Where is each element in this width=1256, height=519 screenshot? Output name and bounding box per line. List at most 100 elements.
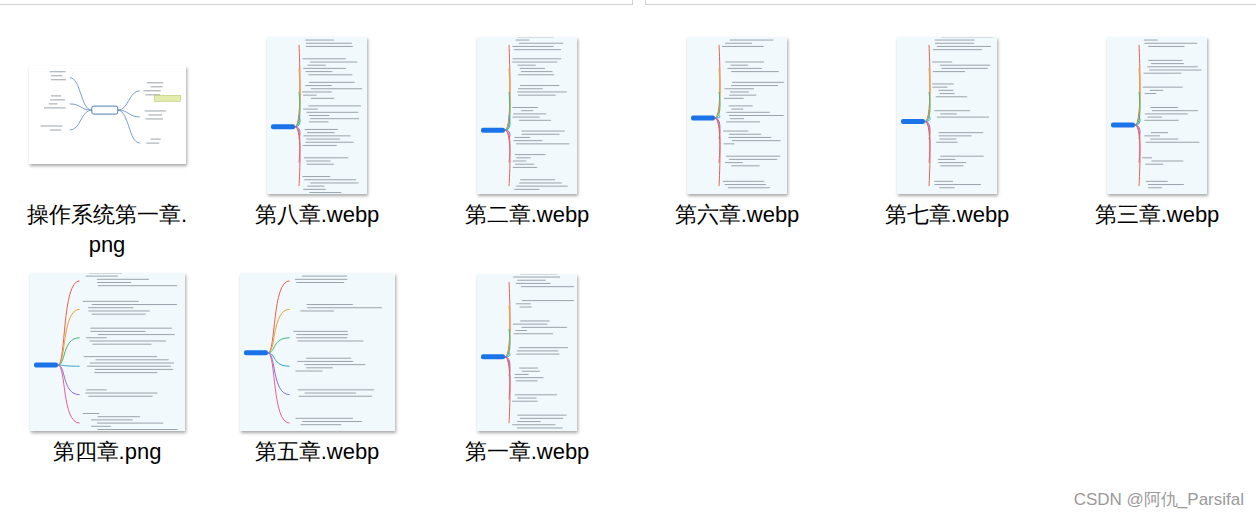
file-item[interactable]: 第三章.webp [1052, 35, 1256, 260]
mindmap-node [521, 130, 564, 131]
mindmap-node [732, 140, 781, 141]
mindmap-node [97, 416, 139, 417]
thumbnail[interactable] [1052, 35, 1256, 195]
file-name[interactable]: 第三章.webp [1071, 200, 1243, 230]
file-name[interactable]: 第八章.webp [231, 200, 403, 230]
mindmap-node [520, 417, 563, 418]
mindmap-node [727, 67, 761, 68]
mindmap-node [92, 344, 151, 345]
mindmap-branch [925, 121, 930, 162]
mindmap-node [940, 113, 956, 114]
mindmap-branch [1135, 91, 1140, 124]
thumbnail[interactable] [632, 35, 842, 195]
mindmap-node [725, 42, 752, 43]
mindmap-node [729, 133, 761, 134]
mindmap-node [936, 141, 957, 142]
mindmap-node [934, 180, 953, 181]
thumbnail[interactable] [212, 272, 422, 432]
file-item[interactable]: 第一章.webp [422, 272, 632, 467]
thumbnail[interactable] [422, 35, 632, 195]
mindmap-node [518, 64, 536, 65]
mindmap-node [516, 353, 559, 354]
mindmap-node [723, 180, 764, 181]
mindmap-branch [268, 338, 290, 353]
mindmap-branch [505, 281, 510, 356]
mindmap-node [932, 86, 947, 87]
file-name[interactable]: 操作系统第一章.png [21, 200, 193, 260]
mindmap-node [1151, 160, 1183, 161]
mindmap-node [516, 282, 551, 283]
mindmap-node [725, 61, 764, 62]
mindmap-branch [58, 365, 80, 423]
mindmap-node [302, 176, 330, 177]
mindmap-node [306, 71, 333, 72]
mindmap-node [934, 184, 980, 185]
mindmap-node [296, 334, 348, 335]
mindmap-node [732, 81, 784, 82]
mindmap-node [512, 61, 557, 62]
mindmap-image-icon[interactable] [897, 37, 997, 194]
mindmap-image-icon[interactable] [1107, 37, 1207, 194]
mindmap-node [521, 110, 533, 111]
mindmap-image-icon[interactable] [687, 37, 787, 194]
mindmap-image-icon[interactable] [477, 274, 577, 431]
file-name[interactable]: 第二章.webp [441, 200, 613, 230]
file-item[interactable]: 操作系统第一章.png [2, 35, 212, 260]
mindmap-note [154, 95, 180, 101]
mindmap-image-icon[interactable] [477, 37, 577, 194]
mindmap-branch [117, 110, 139, 143]
mindmap-node [306, 304, 352, 305]
mindmap-branch [925, 68, 930, 121]
thumbnail[interactable] [2, 35, 212, 195]
mindmap-node [91, 426, 111, 427]
mindmap-node [514, 136, 530, 137]
mindmap-node [937, 45, 991, 46]
mindmap-node [514, 49, 561, 50]
mindmap-node [516, 157, 530, 158]
file-name[interactable]: 第四章.png [21, 437, 193, 467]
top-bar [0, 0, 1256, 6]
mindmap-node [513, 323, 547, 324]
mindmap-node [1148, 45, 1184, 46]
file-item[interactable]: 第七章.webp [842, 35, 1052, 260]
thumbnail[interactable] [422, 272, 632, 432]
file-item[interactable]: 第五章.webp [212, 272, 422, 467]
file-item[interactable]: 第六章.webp [632, 35, 842, 260]
file-item[interactable]: 第八章.webp [212, 35, 422, 260]
mindmap-node [517, 350, 558, 351]
thumbnail[interactable] [212, 35, 422, 195]
thumbnail[interactable] [2, 272, 212, 432]
mindmap-branch [925, 121, 930, 186]
file-name[interactable]: 第一章.webp [441, 437, 613, 467]
mindmap-branch [505, 356, 510, 422]
mindmap-branch [505, 328, 510, 356]
mindmap-image-icon[interactable] [240, 273, 395, 431]
mindmap-node [513, 166, 537, 167]
file-name[interactable]: 第五章.webp [231, 437, 403, 467]
mindmap-node [512, 45, 553, 46]
mindmap-image-icon[interactable] [267, 37, 367, 194]
mindmap-node [519, 42, 563, 43]
mindmap-node [518, 88, 543, 89]
mindmap-node [91, 314, 145, 315]
file-name[interactable]: 第七章.webp [861, 200, 1033, 230]
mindmap-node [1144, 39, 1158, 40]
file-item[interactable]: 第四章.png [2, 272, 212, 467]
mindmap-node [307, 185, 324, 186]
mindmap-node [303, 144, 337, 145]
mindmap-node [1144, 42, 1197, 43]
mindmap-node [940, 165, 963, 166]
mindmap-branch [69, 104, 91, 110]
mindmap-node [724, 97, 744, 98]
thumbnail[interactable] [842, 35, 1052, 195]
mindmap-branch [505, 356, 510, 399]
mindmap-node [309, 192, 341, 193]
mindmap-node [939, 89, 954, 90]
image-background [477, 274, 577, 431]
file-name[interactable]: 第六章.webp [651, 200, 823, 230]
mindmap-image-icon[interactable] [29, 66, 186, 164]
file-item[interactable]: 第二章.webp [422, 35, 632, 260]
mindmap-image-icon[interactable] [30, 273, 185, 431]
mindmap-node [307, 163, 334, 164]
mindmap-branch [715, 44, 720, 117]
